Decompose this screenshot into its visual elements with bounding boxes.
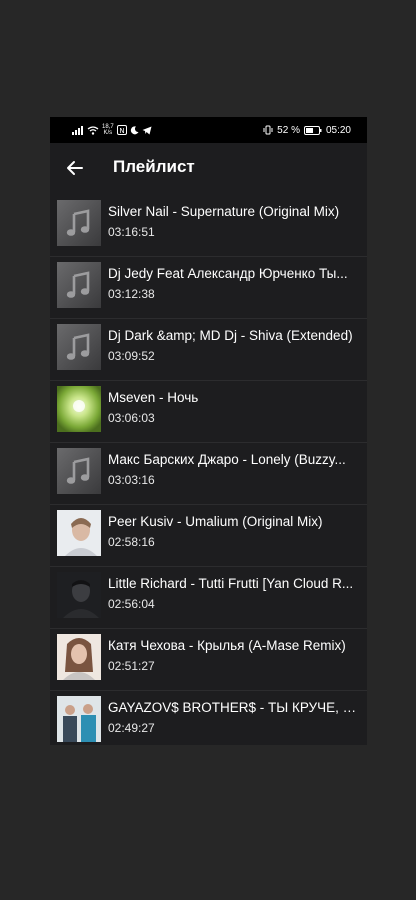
list-item[interactable]: GAYAZOV$ BROTHER$ - ТЫ КРУЧЕ, Ч... 02:49… [50, 691, 367, 745]
album-cover [57, 634, 101, 680]
track-title: Mseven - Ночь [108, 390, 199, 405]
list-item[interactable]: Макс Барских Джаро - Lonely (Buzzy... 03… [50, 443, 367, 505]
album-cover [57, 386, 101, 432]
music-note-icon [57, 448, 101, 494]
track-duration: 03:06:03 [108, 411, 155, 425]
phone-screen: 18,7 K/s N 52 % 05:20 Плейлист Silver Na… [50, 117, 367, 745]
track-duration: 03:16:51 [108, 225, 155, 239]
svg-text:N: N [119, 127, 124, 135]
track-duration: 03:12:38 [108, 287, 155, 301]
clock: 05:20 [325, 124, 351, 136]
arrow-left-icon [67, 161, 83, 175]
playlist-list: Silver Nail - Supernature (Original Mix)… [50, 195, 367, 745]
album-cover [57, 572, 101, 618]
track-title: GAYAZOV$ BROTHER$ - ТЫ КРУЧЕ, Ч... [108, 700, 360, 715]
track-duration: 02:56:04 [108, 597, 155, 611]
track-title: Макс Барских Джаро - Lonely (Buzzy... [108, 452, 346, 467]
wifi-icon [87, 125, 99, 135]
track-title: Silver Nail - Supernature (Original Mix) [108, 204, 340, 219]
vibrate-icon [263, 125, 273, 135]
track-title: Little Richard - Tutti Frutti [Yan Cloud… [108, 576, 354, 591]
album-cover [57, 510, 101, 556]
network-speed: 18,7 K/s [102, 124, 114, 136]
nfc-icon: N [116, 125, 127, 135]
signal-icon [72, 125, 84, 135]
music-note-icon [57, 200, 101, 246]
track-duration: 03:09:52 [108, 349, 155, 363]
moon-icon [130, 125, 139, 135]
track-title: Peer Kusiv - Umalium (Original Mix) [108, 514, 323, 529]
track-duration: 03:03:16 [108, 473, 155, 487]
page-title: Плейлист [113, 157, 195, 176]
list-item[interactable]: Катя Чехова - Крылья (A-Mase Remix) 02:5… [50, 629, 367, 691]
track-title: Dj Dark &amp; MD Dj - Shiva (Extended) [108, 328, 353, 343]
back-button[interactable] [64, 157, 86, 179]
list-item[interactable]: Peer Kusiv - Umalium (Original Mix) 02:5… [50, 505, 367, 567]
telegram-icon [142, 126, 152, 135]
app-bar: Плейлист [50, 143, 367, 195]
track-title: Dj Jedy Feat Александр Юрченко Ты... [108, 266, 348, 281]
list-item[interactable]: Dj Dark &amp; MD Dj - Shiva (Extended) 0… [50, 319, 367, 381]
list-item[interactable]: Dj Jedy Feat Александр Юрченко Ты... 03:… [50, 257, 367, 319]
track-title: Катя Чехова - Крылья (A-Mase Remix) [108, 638, 346, 653]
battery-icon [303, 125, 322, 135]
track-duration: 02:58:16 [108, 535, 155, 549]
battery-percent: 52 % [277, 124, 300, 136]
music-note-icon [57, 262, 101, 308]
status-bar: 18,7 K/s N 52 % 05:20 [50, 117, 367, 143]
music-note-icon [57, 324, 101, 370]
list-item[interactable]: Silver Nail - Supernature (Original Mix)… [50, 195, 367, 257]
track-duration: 02:49:27 [108, 721, 155, 735]
list-item[interactable]: Mseven - Ночь 03:06:03 [50, 381, 367, 443]
list-item[interactable]: Little Richard - Tutti Frutti [Yan Cloud… [50, 567, 367, 629]
track-duration: 02:51:27 [108, 659, 155, 673]
album-cover [57, 696, 101, 742]
